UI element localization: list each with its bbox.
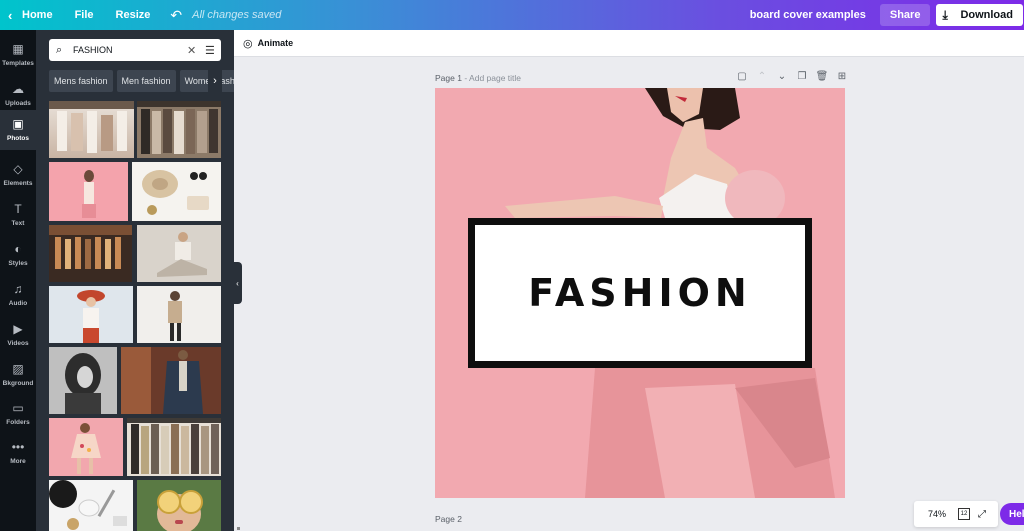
photo-result[interactable] [137,225,221,282]
resize-button[interactable]: Resize [116,0,151,30]
back-chevron-icon[interactable]: ‹ [8,0,20,30]
rail-item-text[interactable]: T Text [0,195,36,235]
chip-women-fashion[interactable]: Women fashion [179,70,234,92]
page-title-input[interactable]: Add page title [469,73,521,83]
scroll-indicator [237,527,240,530]
save-status: All changes saved [192,9,282,21]
canvas-toolbar: ◎ Animate [234,30,1024,57]
shapes-icon: ◇ [13,162,23,176]
rail-item-photos[interactable]: ▣ Photos [0,110,36,150]
search-box: ⌕ ✕ ☰ [49,39,221,61]
rail-item-elements[interactable]: ◇ Elements [0,155,36,195]
more-dots-icon: ••• [11,440,25,454]
rail-item-more[interactable]: ••• More [0,433,36,473]
text-icon: T [14,202,22,216]
rail-item-audio[interactable]: ♫ Audio [0,275,36,315]
design-title-text[interactable]: FASHION [528,271,751,315]
undo-icon[interactable]: ↶ [170,0,182,30]
rail-item-folders[interactable]: ▭ Folders [0,394,36,434]
page-2-label[interactable]: Page 2 [435,514,462,524]
photo-result[interactable] [49,347,117,414]
page-grid-count[interactable]: 12 [958,508,970,520]
photo-result[interactable] [121,347,221,414]
search-input[interactable] [73,45,183,55]
photo-result[interactable] [49,101,134,158]
background-pattern-icon: ▨ [12,362,24,376]
music-note-icon: ♫ [13,282,23,296]
photo-result[interactable] [127,418,221,476]
page-label: Page 1 - Add page title [435,73,521,83]
templates-icon: ▦ [12,42,24,56]
move-down-chevron-icon[interactable]: ⌄ [772,71,792,82]
collapse-panel-chevron-icon[interactable]: ‹ [233,262,242,304]
share-button[interactable]: Share [879,4,931,26]
zoom-controls: 74% 12 ⤢ [914,501,998,527]
download-label: Download [960,9,1013,21]
zoom-level[interactable]: 74% [928,509,952,519]
chip-mens-fashion[interactable]: Mens fashion [49,70,113,92]
search-icon: ⌕ [56,43,63,56]
move-up-chevron-icon[interactable]: ⌃ [752,71,772,82]
home-button[interactable]: Home [22,0,53,30]
photo-icon: ▣ [12,117,24,131]
title-frame[interactable]: FASHION [468,218,812,368]
add-page-icon[interactable]: ⊞ [832,71,852,82]
page-tools: ▢ ⌃ ⌄ ❐ 🗑 ⊞ [732,71,852,82]
palette-icon: ◐ [14,242,22,256]
chevron-right-icon[interactable]: › [208,70,222,92]
animate-icon[interactable]: ◎ [243,37,253,50]
photo-result[interactable] [137,101,221,158]
chip-men-fashion[interactable]: Men fashion [116,70,176,92]
folder-icon: ▭ [12,401,24,415]
photo-result[interactable] [49,418,123,476]
page-notes-icon[interactable]: ▢ [732,71,752,82]
photo-result[interactable] [137,480,221,531]
photo-result[interactable] [49,225,132,282]
help-button[interactable]: Help ? [1000,503,1024,525]
filter-sliders-icon[interactable]: ☰ [205,44,215,57]
rail-item-background[interactable]: ▨ Bkground [0,355,36,395]
top-bar: ‹ Home File Resize ↶ All changes saved b… [0,0,1024,30]
rail-item-styles[interactable]: ◐ Styles [0,235,36,275]
left-rail: ▦ Templates ☁ Uploads ▣ Photos ◇ Element… [0,30,36,531]
photo-result[interactable] [132,162,221,221]
download-button[interactable]: ⤓ Download [936,4,1023,26]
design-title[interactable]: board cover examples [750,9,866,21]
file-menu-button[interactable]: File [75,0,94,30]
photo-result[interactable] [49,162,128,221]
animate-button[interactable]: Animate [258,38,294,48]
clear-icon[interactable]: ✕ [187,44,199,57]
rail-item-videos[interactable]: ▶ Videos [0,315,36,355]
photo-result[interactable] [49,480,133,531]
duplicate-page-icon[interactable]: ❐ [792,71,812,82]
page-title-separator: - [461,73,470,83]
rail-item-uploads[interactable]: ☁ Uploads [0,75,36,115]
delete-page-icon[interactable]: 🗑 [812,71,832,82]
download-icon: ⤓ [942,7,948,22]
photo-result[interactable] [49,286,133,343]
video-icon: ▶ [13,322,23,336]
upload-cloud-icon: ☁ [12,82,24,96]
suggestion-chips: Mens fashion Men fashion Women fashion [49,70,234,92]
design-page[interactable]: FASHION [435,88,845,498]
photo-result[interactable] [137,286,221,343]
page-number-label: Page 1 [435,73,462,83]
fullscreen-expand-icon[interactable]: ⤢ [978,509,986,520]
photos-panel: ⌕ ✕ ☰ Mens fashion Men fashion Women fas… [36,30,234,531]
rail-item-templates[interactable]: ▦ Templates [0,35,36,75]
